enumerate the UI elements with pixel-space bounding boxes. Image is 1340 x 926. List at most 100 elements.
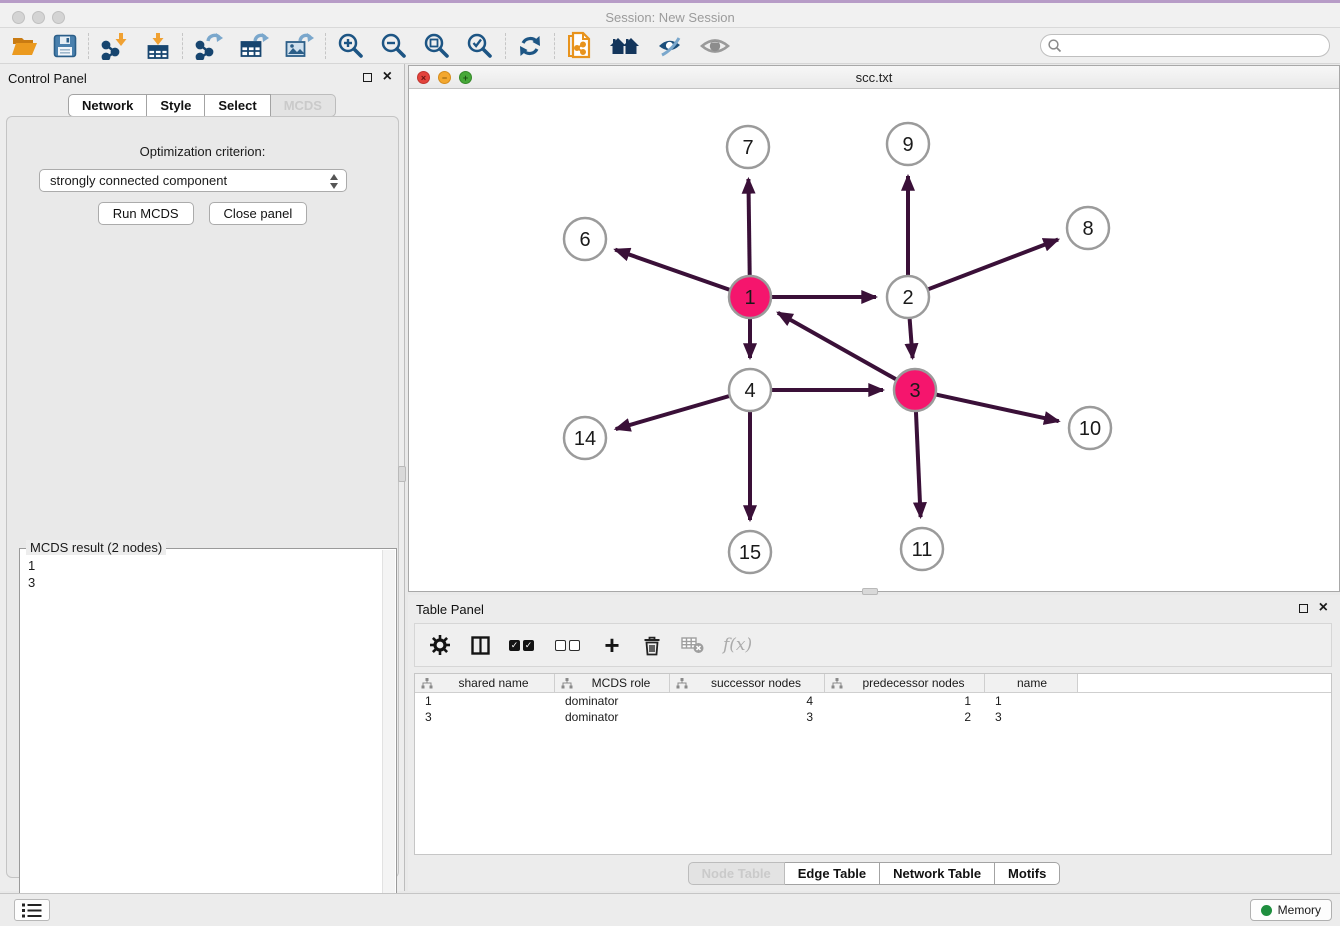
reset-home-icon[interactable]	[609, 34, 641, 58]
tab-mcds[interactable]: MCDS	[271, 94, 336, 117]
export-table-icon[interactable]	[239, 32, 269, 60]
tab-node-table[interactable]: Node Table	[688, 862, 785, 885]
header-filler	[1078, 674, 1331, 692]
table-header-row: shared name MCDS role successor nodes pr…	[415, 674, 1331, 693]
attribute-icon	[676, 678, 688, 689]
graph-edge-3-10[interactable]	[919, 391, 1059, 421]
table-row[interactable]: 1 dominator 4 1 1	[415, 693, 1331, 709]
float-panel-icon[interactable]	[363, 73, 372, 82]
tab-style[interactable]: Style	[147, 94, 205, 117]
tab-motifs[interactable]: Motifs	[995, 862, 1060, 885]
tab-edge-table[interactable]: Edge Table	[785, 862, 880, 885]
new-network-from-selection-icon[interactable]	[566, 31, 594, 61]
save-session-icon[interactable]	[53, 34, 77, 58]
mcds-result-box: MCDS result (2 nodes) 1 3	[19, 548, 397, 925]
graph-node-label: 2	[902, 287, 913, 309]
column-header-shared-name[interactable]: shared name	[415, 674, 555, 692]
graph-node-label: 6	[579, 229, 590, 251]
memory-button[interactable]: Memory	[1250, 899, 1332, 921]
table-tabs: Node Table Edge Table Network Table Moti…	[408, 862, 1340, 885]
mcds-result-line: 1	[28, 557, 396, 574]
memory-status-icon	[1261, 905, 1272, 916]
control-panel-tabs: Network Style Select MCDS	[0, 94, 404, 117]
tab-network-table[interactable]: Network Table	[880, 862, 995, 885]
vertical-splitter-grip[interactable]	[398, 466, 406, 482]
zoom-out-icon[interactable]	[380, 32, 408, 59]
control-panel-title: Control Panel	[8, 71, 87, 86]
table-row[interactable]: 3 dominator 3 2 3	[415, 709, 1331, 725]
application-window: Session: New Session	[0, 0, 1340, 926]
search-box[interactable]	[1040, 34, 1330, 57]
task-history-button[interactable]	[14, 899, 50, 921]
network-view-title: scc.txt	[409, 70, 1339, 85]
select-stepper-icon	[329, 174, 340, 189]
delete-row-trash-icon[interactable]	[641, 635, 663, 656]
column-header-predecessor-nodes[interactable]: predecessor nodes	[825, 674, 985, 692]
graph-node-label: 8	[1082, 218, 1093, 240]
attribute-icon	[421, 678, 433, 689]
graph-node-label: 4	[744, 380, 755, 402]
column-header-mcds-role[interactable]: MCDS role	[555, 674, 670, 692]
mcds-panel: Optimization criterion: strongly connect…	[6, 116, 399, 878]
tab-network[interactable]: Network	[68, 94, 147, 117]
optimization-criterion-select[interactable]: strongly connected component	[39, 169, 347, 192]
select-all-icon[interactable]: ✓✓	[509, 640, 537, 651]
graph-edge-3-11[interactable]	[915, 394, 920, 517]
result-scrollbar[interactable]	[382, 550, 395, 923]
deselect-all-icon[interactable]	[555, 640, 583, 651]
search-icon	[1047, 38, 1063, 54]
horizontal-splitter-grip[interactable]	[862, 588, 878, 595]
level-of-detail-eye-icon[interactable]	[699, 35, 731, 57]
add-row-icon[interactable]: +	[601, 634, 623, 656]
graph-node-label: 10	[1079, 418, 1101, 440]
node-table: shared name MCDS role successor nodes pr…	[414, 673, 1332, 855]
function-builder-icon[interactable]: f(x)	[723, 635, 752, 655]
search-input[interactable]	[1063, 37, 1329, 55]
graph-edge-3-1[interactable]	[778, 313, 912, 388]
export-image-icon[interactable]	[284, 32, 314, 60]
optimization-criterion-label: Optimization criterion:	[7, 144, 398, 159]
open-file-icon[interactable]	[11, 34, 38, 58]
column-header-successor-nodes[interactable]: successor nodes	[670, 674, 825, 692]
list-icon	[22, 903, 42, 918]
float-table-panel-icon[interactable]	[1299, 604, 1308, 613]
network-graph[interactable]: 1234678910111415	[409, 89, 1339, 591]
graph-edge-4-14[interactable]	[616, 391, 746, 429]
main-toolbar	[0, 28, 1340, 64]
column-header-name[interactable]: name	[985, 674, 1078, 692]
run-mcds-button[interactable]: Run MCDS	[98, 202, 194, 225]
graph-node-label: 11	[912, 539, 933, 561]
zoom-fit-icon[interactable]	[423, 32, 451, 59]
close-panel-button[interactable]: Close panel	[209, 202, 308, 225]
attribute-icon	[831, 678, 843, 689]
import-table-icon[interactable]	[145, 32, 171, 60]
table-toolbar: ✓✓ +	[414, 623, 1332, 667]
delete-table-icon[interactable]	[681, 636, 705, 654]
attribute-icon	[561, 678, 573, 689]
graph-node-label: 7	[742, 137, 753, 159]
network-view-window: × − + scc.txt 1234678910111415	[408, 65, 1340, 592]
graph-node-label: 3	[909, 380, 920, 402]
zoom-in-icon[interactable]	[337, 32, 365, 59]
close-table-panel-icon[interactable]: ×	[1319, 598, 1328, 618]
export-network-icon[interactable]	[194, 32, 224, 60]
graph-node-label: 9	[902, 134, 913, 156]
select-value: strongly connected component	[50, 173, 227, 188]
hide-selection-eye-icon[interactable]	[656, 34, 684, 58]
mcds-result-line: 3	[28, 574, 396, 591]
graph-node-label: 15	[739, 542, 761, 564]
title-bar: Session: New Session	[0, 0, 1340, 28]
zoom-selected-icon[interactable]	[466, 32, 494, 59]
column-panel-icon[interactable]	[469, 636, 491, 655]
graph-edge-1-6[interactable]	[615, 250, 746, 296]
table-settings-gear-icon[interactable]	[429, 634, 451, 656]
graph-node-label: 1	[744, 287, 755, 309]
import-network-icon[interactable]	[100, 32, 130, 60]
table-panel: Table Panel ×	[408, 595, 1340, 891]
network-window-titlebar[interactable]: × − + scc.txt	[409, 66, 1339, 89]
tab-select[interactable]: Select	[205, 94, 270, 117]
graph-edge-2-8[interactable]	[912, 239, 1058, 295]
table-panel-title: Table Panel	[416, 602, 484, 617]
close-panel-icon[interactable]: ×	[383, 67, 392, 87]
refresh-view-icon[interactable]	[517, 34, 543, 58]
